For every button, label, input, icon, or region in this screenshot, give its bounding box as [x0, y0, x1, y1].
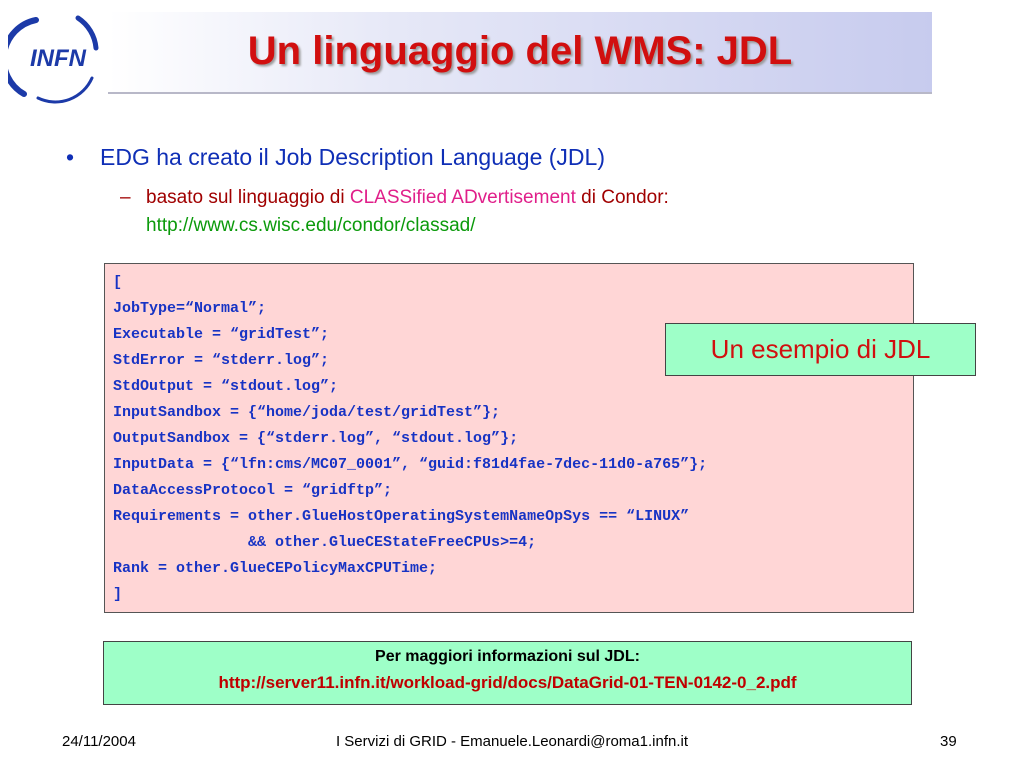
sub-bullet-text: basato sul linguaggio di CLASSified ADve… — [146, 184, 669, 212]
page-number: 39 — [940, 733, 957, 750]
code-line: OutputSandbox = {“stderr.log”, “stdout.l… — [113, 430, 519, 447]
code-line: DataAccessProtocol = “gridftp”; — [113, 482, 393, 499]
code-line: Rank = other.GlueCEPolicyMaxCPUTime; — [113, 560, 438, 577]
dash-icon: – — [120, 187, 131, 208]
svg-text:INFN: INFN — [30, 45, 87, 72]
jdl-code: [ JobType=“Normal”; Executable = “gridTe… — [113, 270, 707, 608]
bullet-text: EDG ha creato il Job Description Languag… — [100, 144, 605, 170]
code-line: Executable = “gridTest”; — [113, 326, 330, 343]
code-line: InputSandbox = {“home/joda/test/gridTest… — [113, 404, 501, 421]
infn-logo: INFN — [8, 15, 99, 104]
code-line: JobType=“Normal”; — [113, 300, 267, 317]
example-callout: Un esempio di JDL — [665, 323, 976, 376]
code-line: [ — [113, 274, 123, 291]
sub-bullet-part1: basato sul linguaggio di — [146, 187, 350, 208]
code-line: InputData = {“lfn:cms/MC07_0001”, “guid:… — [113, 456, 708, 473]
info-url-link[interactable]: http://server11.infn.it/workload-grid/do… — [103, 673, 912, 693]
code-line: ] — [113, 586, 123, 603]
condor-url-link[interactable]: http://www.cs.wisc.edu/condor/classad/ — [146, 212, 475, 240]
sub-bullet-part3: di Condor: — [575, 187, 669, 208]
footer-center: I Servizi di GRID - Emanuele.Leonardi@ro… — [335, 733, 689, 750]
code-line: && other.GlueCEStateFreeCPUs>=4; — [113, 534, 537, 551]
code-line: Requirements = other.GlueHostOperatingSy… — [113, 508, 690, 525]
classad-term: CLASSified ADvertisement — [349, 187, 576, 208]
bullet-icon: • — [66, 144, 75, 170]
code-line: StdError = “stderr.log”; — [113, 352, 330, 369]
info-heading: Per maggiori informazioni sul JDL: — [375, 648, 640, 665]
code-line: StdOutput = “stdout.log”; — [113, 378, 339, 395]
slide-title: Un linguaggio del WMS: JDL — [247, 28, 793, 73]
